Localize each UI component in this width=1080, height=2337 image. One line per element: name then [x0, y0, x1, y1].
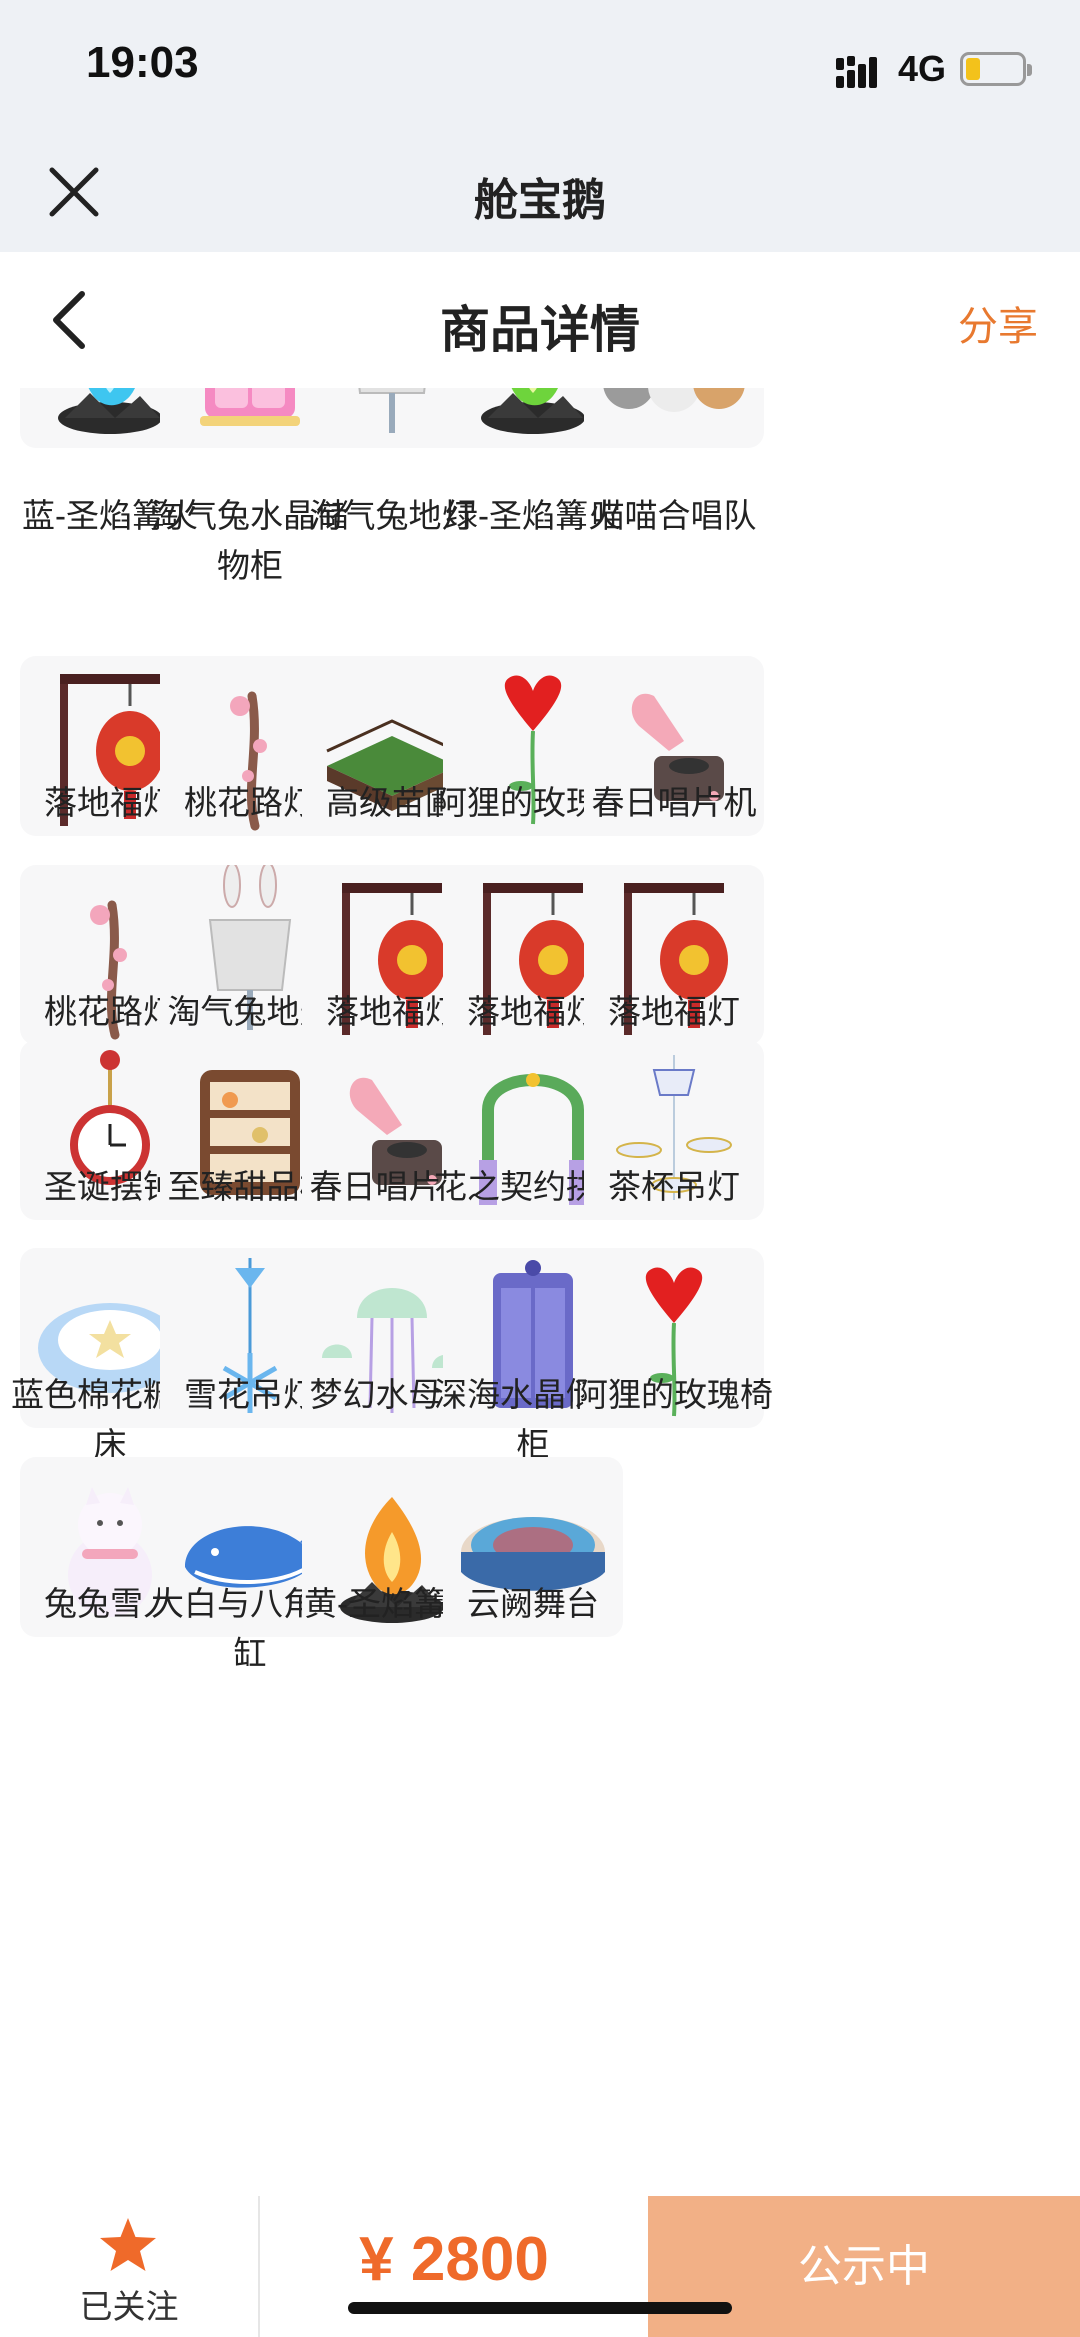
status-time: 19:03 — [86, 38, 199, 87]
product-grid: 蓝-圣焰篝火 淘气兔水晶储物柜 淘气兔地灯 绿-圣焰篝火 喵喵合唱队 落地福灯 桃花路灯 高级… — [0, 388, 1080, 2198]
app-bar: 舱宝鹅 — [0, 140, 1080, 252]
home-indicator — [348, 2302, 732, 2314]
cats-icon — [603, 388, 745, 412]
product-label: 落地福灯 — [608, 993, 740, 1030]
follow-button[interactable]: 已关注 — [0, 2196, 258, 2337]
battery-icon — [960, 52, 1032, 86]
product-label: 茶杯吊灯 — [608, 1168, 740, 1205]
product-label: 阿狸的玫瑰椅 — [575, 1376, 773, 1413]
product-label: 春日唱片机 — [591, 784, 757, 821]
price: ¥ 2800 — [359, 2225, 549, 2294]
signal-icon — [836, 56, 877, 88]
nav-bar: 商品详情 分享 — [0, 252, 1080, 388]
follow-label: 已关注 — [79, 2288, 179, 2325]
app-title: 舱宝鹅 — [474, 176, 606, 225]
product-label: 云阙舞台 — [467, 1585, 599, 1622]
network-label: 4G — [898, 48, 947, 89]
status-button[interactable]: 公示中 — [648, 2196, 1080, 2337]
bottom-bar: 已关注 ¥ 2800 公示中 — [0, 2196, 1080, 2337]
share-button[interactable]: 分享 — [958, 294, 1038, 352]
product-thumbnail — [584, 388, 764, 448]
product-label: 喵喵合唱队 — [591, 497, 757, 534]
status-bar: 19:03 4G — [0, 0, 1080, 140]
page-title: 商品详情 — [440, 302, 640, 358]
star-icon — [100, 2218, 156, 2271]
